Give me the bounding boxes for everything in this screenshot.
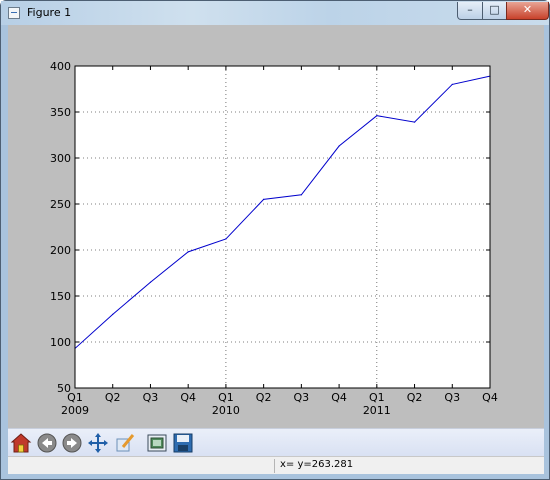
x-year-label: 2011 (363, 404, 391, 417)
x-year-label: 2010 (212, 404, 240, 417)
x-tick-label: Q1 (67, 391, 83, 404)
line-chart[interactable]: 50100150200250300350400Q1 Q2 Q3 Q4 Q1 Q2 Q3 Q4 Q… (8, 25, 544, 428)
back-button[interactable] (36, 432, 58, 454)
y-tick-label: 100 (50, 336, 71, 349)
forward-icon (62, 433, 82, 453)
back-icon (37, 433, 57, 453)
status-bar: x= y=263.281 (8, 456, 544, 474)
data-point (300, 194, 302, 196)
zoom-icon (116, 434, 135, 452)
y-tick-label: 150 (50, 290, 71, 303)
figure-canvas: 50 100 150 200 250 300 350 400 Q1 Q2 Q3 Q4 Q1 Q2 Q3 Q4 Q… (8, 25, 544, 474)
save-button[interactable] (172, 432, 194, 454)
figure-window: Figure 1 – □ ✕ 50 100 150 200 250 300 350 400 Q1… (0, 0, 550, 480)
y-tick-label: 250 (50, 198, 71, 211)
window-title: Figure 1 (27, 6, 72, 19)
x-tick-label: Q3 (143, 391, 159, 404)
y-tick-label: 200 (50, 244, 71, 257)
data-point (263, 198, 265, 200)
x-tick-label: Q2 (256, 391, 272, 404)
cursor-readout: x= y=263.281 (280, 459, 354, 470)
x-tick-label: Q2 (105, 391, 121, 404)
home-icon (10, 433, 32, 453)
navigation-toolbar (8, 428, 544, 456)
save-icon (173, 433, 193, 453)
data-point (149, 281, 152, 283)
data-point (187, 251, 189, 253)
x-tick-label: Q4 (331, 391, 347, 404)
minimize-button[interactable]: – (457, 2, 483, 20)
forward-button[interactable] (61, 432, 83, 454)
pan-icon (88, 433, 108, 453)
title-bar[interactable]: Figure 1 – □ ✕ (1, 1, 549, 25)
data-point (338, 145, 340, 147)
y-tick-label: 300 (50, 152, 71, 165)
maximize-button[interactable]: □ (482, 2, 507, 20)
x-tick-label: Q1 (218, 391, 234, 404)
data-point (112, 313, 114, 315)
close-button[interactable]: ✕ (506, 2, 549, 20)
x-tick-label: Q2 (407, 391, 423, 404)
x-tick-label: Q3 (294, 391, 310, 404)
subplots-button[interactable] (146, 432, 168, 454)
x-year-label: 2009 (61, 404, 89, 417)
data-point (225, 238, 227, 240)
data-point (376, 115, 378, 117)
x-tick-label: Q4 (180, 391, 196, 404)
data-point (451, 83, 453, 85)
status-divider (274, 459, 275, 473)
pan-button[interactable] (87, 432, 109, 454)
data-point (413, 121, 416, 123)
x-tick-label: Q4 (482, 391, 498, 404)
y-tick-label: 350 (50, 106, 71, 119)
subplots-icon (147, 434, 167, 452)
x-tick-label: Q3 (444, 391, 460, 404)
plot-area (75, 66, 490, 388)
zoom-button[interactable] (114, 432, 136, 454)
app-icon (8, 7, 20, 19)
y-tick-label: 400 (50, 60, 71, 73)
home-button[interactable] (10, 432, 32, 454)
x-tick-label: Q1 (369, 391, 385, 404)
